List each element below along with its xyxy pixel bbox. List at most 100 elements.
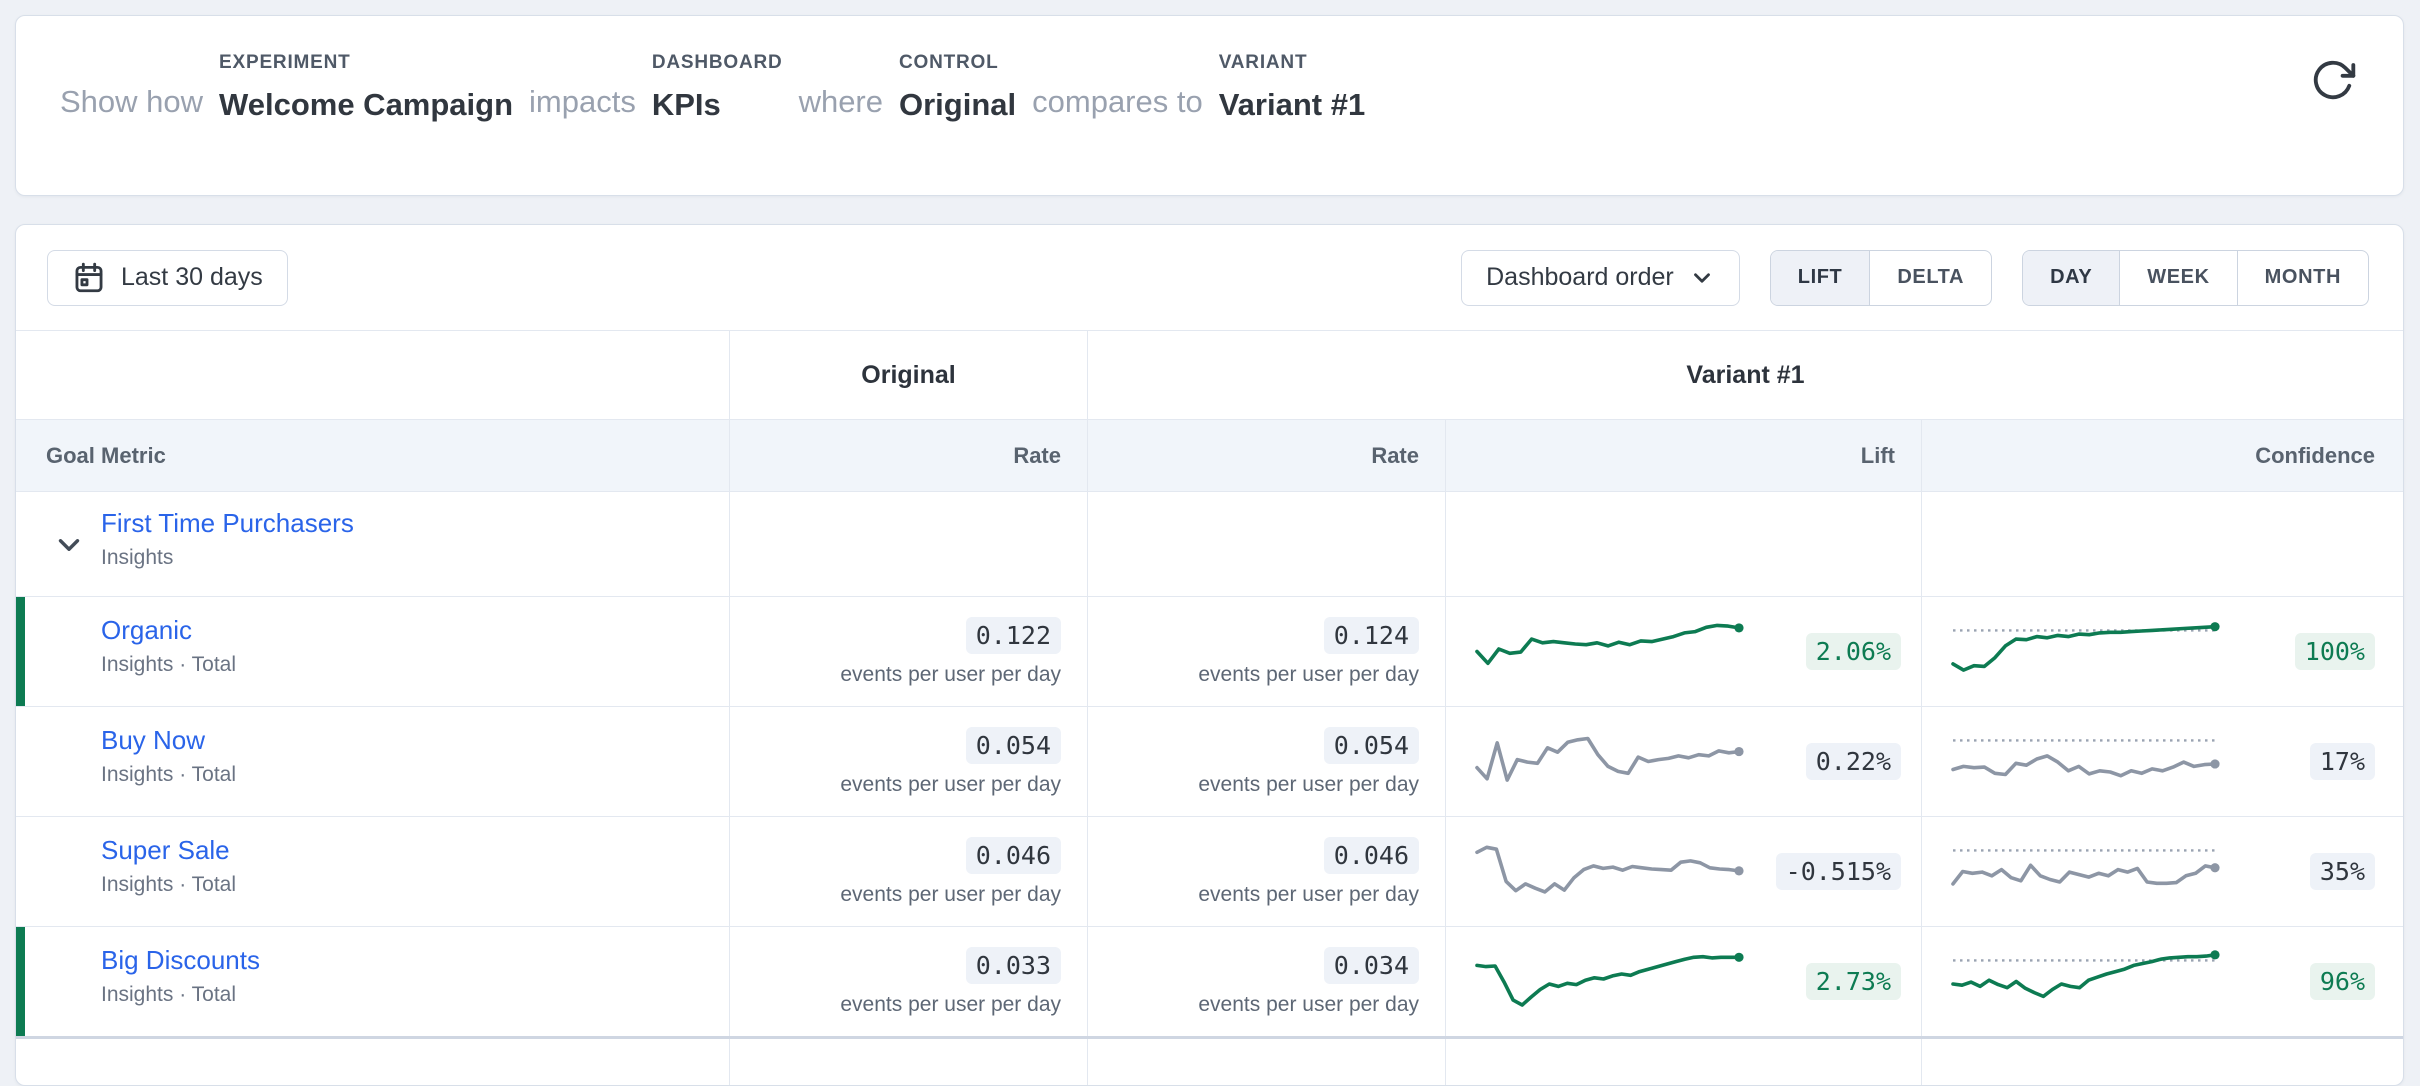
empty-cell — [1445, 492, 1921, 596]
collapse-group-button[interactable] — [50, 526, 88, 564]
control-rate-value: 0.122 — [966, 617, 1061, 654]
metric-subtitle: Insights · Total — [101, 983, 729, 1007]
confidence-sparkline — [1948, 611, 2220, 692]
control-column-header: Original — [729, 331, 1087, 419]
toolbar-right-group: Dashboard order LIFT DELTA DAY WEEK MONT… — [1461, 250, 2369, 306]
lift-cell: -0.515% — [1445, 817, 1921, 926]
toggle-option-week[interactable]: WEEK — [2119, 251, 2236, 305]
rate-units: events per user per day — [1198, 883, 1419, 907]
lift-value: 0.22% — [1806, 743, 1901, 780]
empty-cell — [16, 1039, 729, 1086]
rate-units: events per user per day — [840, 773, 1061, 797]
chevron-down-icon — [1689, 265, 1715, 291]
lift-delta-toggle: LIFT DELTA — [1770, 250, 1992, 306]
lift-cell: 2.06% — [1445, 597, 1921, 706]
dashboard-value[interactable]: KPIs — [652, 87, 721, 123]
experiment-report-card: Last 30 days Dashboard order LIFT DELTA … — [15, 224, 2404, 1086]
significance-bar — [16, 597, 25, 706]
experiment-sentence: Show how EXPERIMENT Welcome Campaign imp… — [60, 52, 1365, 123]
variant-column-header: Variant #1 — [1087, 331, 2403, 419]
rate-units: events per user per day — [840, 883, 1061, 907]
control-rate-cell: 0.033 events per user per day — [729, 927, 1087, 1036]
variant-rate-value: 0.054 — [1324, 727, 1419, 764]
granularity-toggle: DAY WEEK MONTH — [2022, 250, 2369, 306]
rate-units: events per user per day — [1198, 663, 1419, 687]
rate-units: events per user per day — [1198, 773, 1419, 797]
group-title-cell: First Time Purchasers Insights — [16, 492, 729, 596]
confidence-sparkline — [1948, 831, 2220, 912]
refresh-button[interactable] — [2307, 54, 2359, 106]
significance-bar — [16, 927, 25, 1036]
group-name-link[interactable]: First Time Purchasers — [101, 508, 354, 539]
variant-rate-cell: 0.034 events per user per day — [1087, 927, 1445, 1036]
control-rate-cell: 0.054 events per user per day — [729, 707, 1087, 816]
dashboard-order-label: Dashboard order — [1486, 263, 1674, 292]
empty-cell — [729, 1039, 1087, 1086]
refresh-icon — [2310, 57, 2356, 103]
calendar-icon — [72, 261, 106, 295]
confidence-cell: 96% — [1921, 927, 2403, 1036]
column-header-row: Goal Metric Rate Rate Lift Confidence — [16, 419, 2403, 491]
metric-title-cell: Super Sale Insights · Total — [16, 817, 729, 926]
confidence-cell: 17% — [1921, 707, 2403, 816]
variant-value[interactable]: Variant #1 — [1219, 87, 1365, 123]
lift-cell: 0.22% — [1445, 707, 1921, 816]
column-header-lift: Lift — [1445, 420, 1921, 491]
date-range-button[interactable]: Last 30 days — [47, 250, 288, 306]
table-row-super-sale: Super Sale Insights · Total 0.046 events… — [16, 816, 2403, 926]
column-header-variant-rate: Rate — [1087, 420, 1445, 491]
table-row-partial — [16, 1036, 2403, 1086]
confidence-sparkline — [1948, 721, 2220, 802]
control-rate-value: 0.046 — [966, 837, 1061, 874]
metric-title-cell: Big Discounts Insights · Total — [16, 927, 729, 1036]
variant-rate-cell: 0.054 events per user per day — [1087, 707, 1445, 816]
metric-group-row: First Time Purchasers Insights — [16, 491, 2403, 596]
variant-rate-value: 0.046 — [1324, 837, 1419, 874]
experiment-label: EXPERIMENT — [219, 52, 351, 74]
toggle-option-month[interactable]: MONTH — [2237, 251, 2368, 305]
control-selector-group: CONTROL Original — [899, 52, 1016, 123]
dashboard-label: DASHBOARD — [652, 52, 783, 74]
confidence-value: 96% — [2310, 963, 2375, 1000]
column-header-goal-metric: Goal Metric — [16, 420, 729, 491]
confidence-sparkline — [1948, 941, 2220, 1022]
variant-rate-cell: 0.124 events per user per day — [1087, 597, 1445, 706]
metric-name-link[interactable]: Super Sale — [101, 835, 230, 866]
control-rate-cell: 0.046 events per user per day — [729, 817, 1087, 926]
lift-sparkline — [1472, 611, 1744, 692]
toggle-option-day[interactable]: DAY — [2023, 251, 2119, 305]
lift-value: 2.73% — [1806, 963, 1901, 1000]
empty-cell — [1445, 1039, 1921, 1086]
experiment-value[interactable]: Welcome Campaign — [219, 87, 513, 123]
lift-cell: 2.73% — [1445, 927, 1921, 1036]
dashboard-order-dropdown[interactable]: Dashboard order — [1461, 250, 1740, 306]
empty-cell — [1087, 1039, 1445, 1086]
dashboard-selector-group: DASHBOARD KPIs — [652, 52, 783, 123]
confidence-value: 35% — [2310, 853, 2375, 890]
variant-rate-cell: 0.046 events per user per day — [1087, 817, 1445, 926]
metric-name-link[interactable]: Organic — [101, 615, 192, 646]
toggle-option-lift[interactable]: LIFT — [1771, 251, 1870, 305]
column-header-confidence: Confidence — [1921, 420, 2403, 491]
toggle-option-delta[interactable]: DELTA — [1869, 251, 1991, 305]
control-rate-value: 0.033 — [966, 947, 1061, 984]
empty-cell — [1921, 492, 2403, 596]
metric-title-cell: Organic Insights · Total — [16, 597, 729, 706]
experiment-selector-group: EXPERIMENT Welcome Campaign — [219, 52, 513, 123]
metric-subtitle: Insights · Total — [101, 653, 729, 677]
sentence-impacts: impacts — [529, 84, 636, 123]
metric-name-link[interactable]: Buy Now — [101, 725, 205, 756]
variant-label: VARIANT — [1219, 52, 1308, 74]
control-value[interactable]: Original — [899, 87, 1016, 123]
report-toolbar: Last 30 days Dashboard order LIFT DELTA … — [16, 225, 2403, 330]
confidence-cell: 100% — [1921, 597, 2403, 706]
sentence-where: where — [799, 84, 883, 123]
table-row-organic: Organic Insights · Total 0.122 events pe… — [16, 596, 2403, 706]
confidence-cell: 35% — [1921, 817, 2403, 926]
metrics-table: Original Variant #1 Goal Metric Rate Rat… — [16, 330, 2403, 1086]
metric-name-link[interactable]: Big Discounts — [101, 945, 260, 976]
control-rate-cell: 0.122 events per user per day — [729, 597, 1087, 706]
group-subtitle: Insights — [101, 546, 729, 570]
rate-units: events per user per day — [840, 993, 1061, 1017]
lift-sparkline — [1472, 721, 1744, 802]
